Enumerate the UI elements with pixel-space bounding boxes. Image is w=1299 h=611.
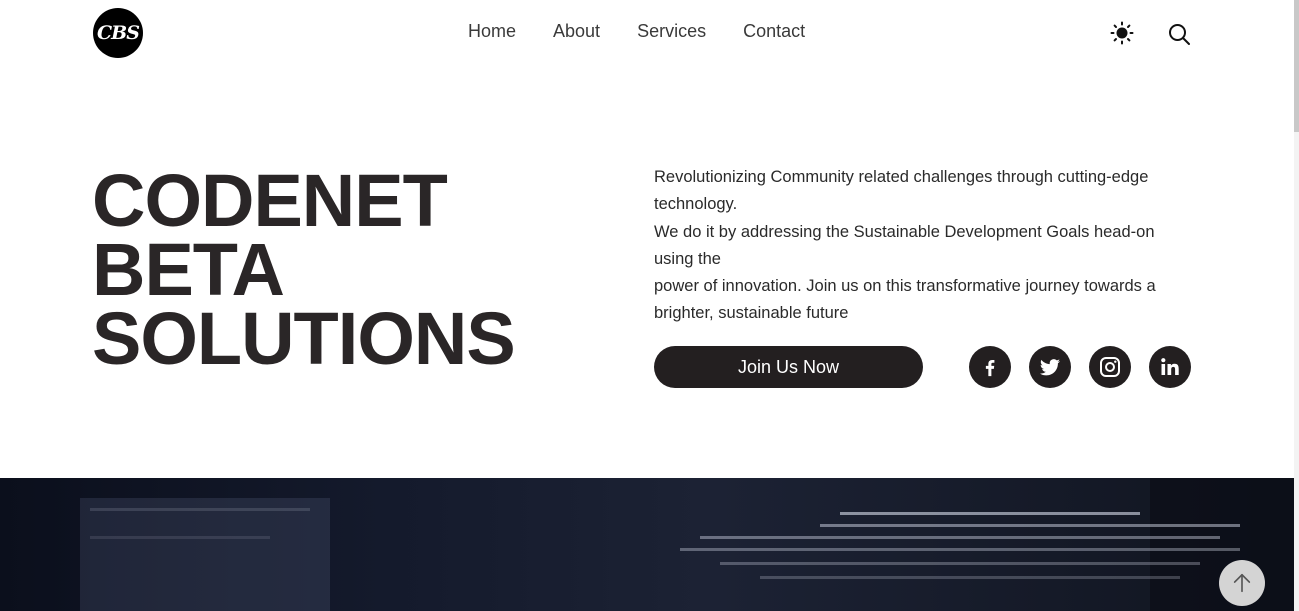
twitter-icon[interactable]	[1029, 346, 1071, 388]
hero-description: Revolutionizing Community related challe…	[654, 164, 1194, 328]
hero-title-line: SOLUTIONS	[92, 297, 516, 380]
description-line: Revolutionizing Community related challe…	[654, 168, 1149, 214]
site-header: CBS Home About Services Contact	[0, 0, 1294, 68]
description-line: We do it by addressing the Sustainable D…	[654, 222, 1155, 268]
search-icon[interactable]	[1167, 22, 1191, 46]
scrollbar-thumb[interactable]	[1294, 0, 1299, 132]
scrollbar[interactable]	[1294, 0, 1299, 611]
linkedin-icon[interactable]	[1149, 346, 1191, 388]
nav-about-link[interactable]: About	[553, 21, 600, 42]
hero-title: CODENET BETA SOLUTIONS	[92, 159, 516, 380]
nav-services-link[interactable]: Services	[637, 21, 706, 42]
hero-banner-image	[0, 478, 1294, 611]
instagram-icon[interactable]	[1089, 346, 1131, 388]
main-nav: Home About Services Contact	[468, 21, 842, 42]
join-us-button[interactable]: Join Us Now	[654, 346, 923, 388]
facebook-icon[interactable]	[969, 346, 1011, 388]
logo[interactable]: CBS	[93, 8, 143, 58]
arrow-up-icon[interactable]	[1219, 560, 1265, 606]
description-line: power of innovation. Join us on this tra…	[654, 277, 1156, 323]
nav-home-link[interactable]: Home	[468, 21, 516, 42]
nav-contact-link[interactable]: Contact	[743, 21, 805, 42]
hero-title-line: BETA	[92, 228, 285, 311]
sun-icon[interactable]	[1110, 21, 1134, 45]
hero-title-line: CODENET	[92, 159, 448, 242]
